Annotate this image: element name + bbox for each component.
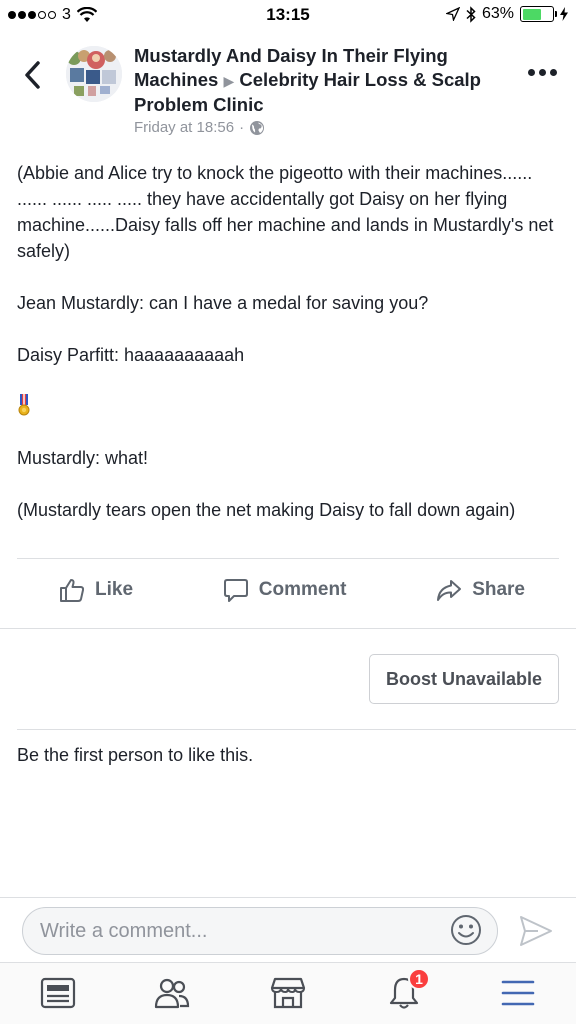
post-meta: Friday at 18:56 · <box>134 119 265 136</box>
post-paragraph: Mustardly: what! <box>17 448 149 468</box>
post-body: (Abbie and Alice try to knock the pigeot… <box>17 160 557 549</box>
emoji-icon[interactable] <box>450 914 482 946</box>
tab-marketplace[interactable] <box>268 973 308 1013</box>
status-bar: 3 13:15 63% <box>0 0 576 30</box>
notification-badge: 1 <box>408 968 430 990</box>
like-label: Like <box>95 578 134 600</box>
avatar[interactable] <box>66 46 122 102</box>
globe-icon <box>250 120 265 135</box>
more-dot-icon <box>528 68 535 76</box>
location-arrow-icon <box>445 7 460 21</box>
tab-friends[interactable] <box>152 973 192 1013</box>
boost-button[interactable]: Boost Unavailable <box>369 654 559 704</box>
news-feed-icon <box>40 977 76 1009</box>
bottom-tab-bar: 1 <box>0 962 576 1024</box>
battery-icon <box>520 6 557 22</box>
arrow-right-icon: ▶ <box>223 73 235 89</box>
avatar-collage-image <box>66 46 122 102</box>
menu-icon <box>501 980 535 1006</box>
share-button[interactable]: Share <box>436 577 525 603</box>
medal-emoji-icon <box>18 394 30 416</box>
comment-button[interactable]: Comment <box>223 577 347 603</box>
send-icon[interactable] <box>518 914 554 948</box>
divider <box>17 729 576 730</box>
more-dot-icon <box>550 68 557 76</box>
status-right: 63% <box>445 5 568 23</box>
charging-bolt-icon <box>560 7 568 21</box>
battery-percent: 63% <box>481 5 514 22</box>
post-header: Mustardly And Daisy In Their Flying Mach… <box>0 40 576 140</box>
more-options-button[interactable] <box>528 64 558 80</box>
thumbs-up-icon <box>60 578 85 602</box>
post-paragraph: (Mustardly tears open the net making Dai… <box>17 500 516 520</box>
bluetooth-icon <box>466 5 476 23</box>
friends-icon <box>154 978 190 1009</box>
meta-separator: · <box>239 119 245 136</box>
tab-notifications[interactable]: 1 <box>384 968 430 1013</box>
post-timestamp[interactable]: Friday at 18:56 <box>134 119 234 136</box>
comment-input[interactable] <box>22 907 498 955</box>
comment-bubble-icon <box>223 578 248 602</box>
marketplace-icon <box>270 977 306 1009</box>
post-paragraph: Jean Mustardly: can I have a medal for s… <box>17 293 429 313</box>
back-button[interactable] <box>20 60 46 90</box>
like-button[interactable]: Like <box>59 577 133 603</box>
post-action-bar: Like Comment Share <box>17 558 559 620</box>
tab-menu[interactable] <box>498 973 538 1013</box>
comment-label: Comment <box>258 578 347 600</box>
post-paragraph: (Abbie and Alice try to knock the pigeot… <box>17 163 554 261</box>
likes-summary: Be the first person to like this. <box>17 745 254 765</box>
more-dot-icon <box>539 68 546 76</box>
post-paragraph: Daisy Parfitt: haaaaaaaaaah <box>17 345 245 365</box>
battery-level <box>522 8 541 20</box>
divider <box>0 628 576 629</box>
comment-bar <box>0 897 576 963</box>
post-title[interactable]: Mustardly And Daisy In Their Flying Mach… <box>134 44 514 117</box>
share-label: Share <box>472 578 525 600</box>
share-arrow-icon <box>437 579 462 601</box>
tab-news-feed[interactable] <box>38 973 78 1013</box>
